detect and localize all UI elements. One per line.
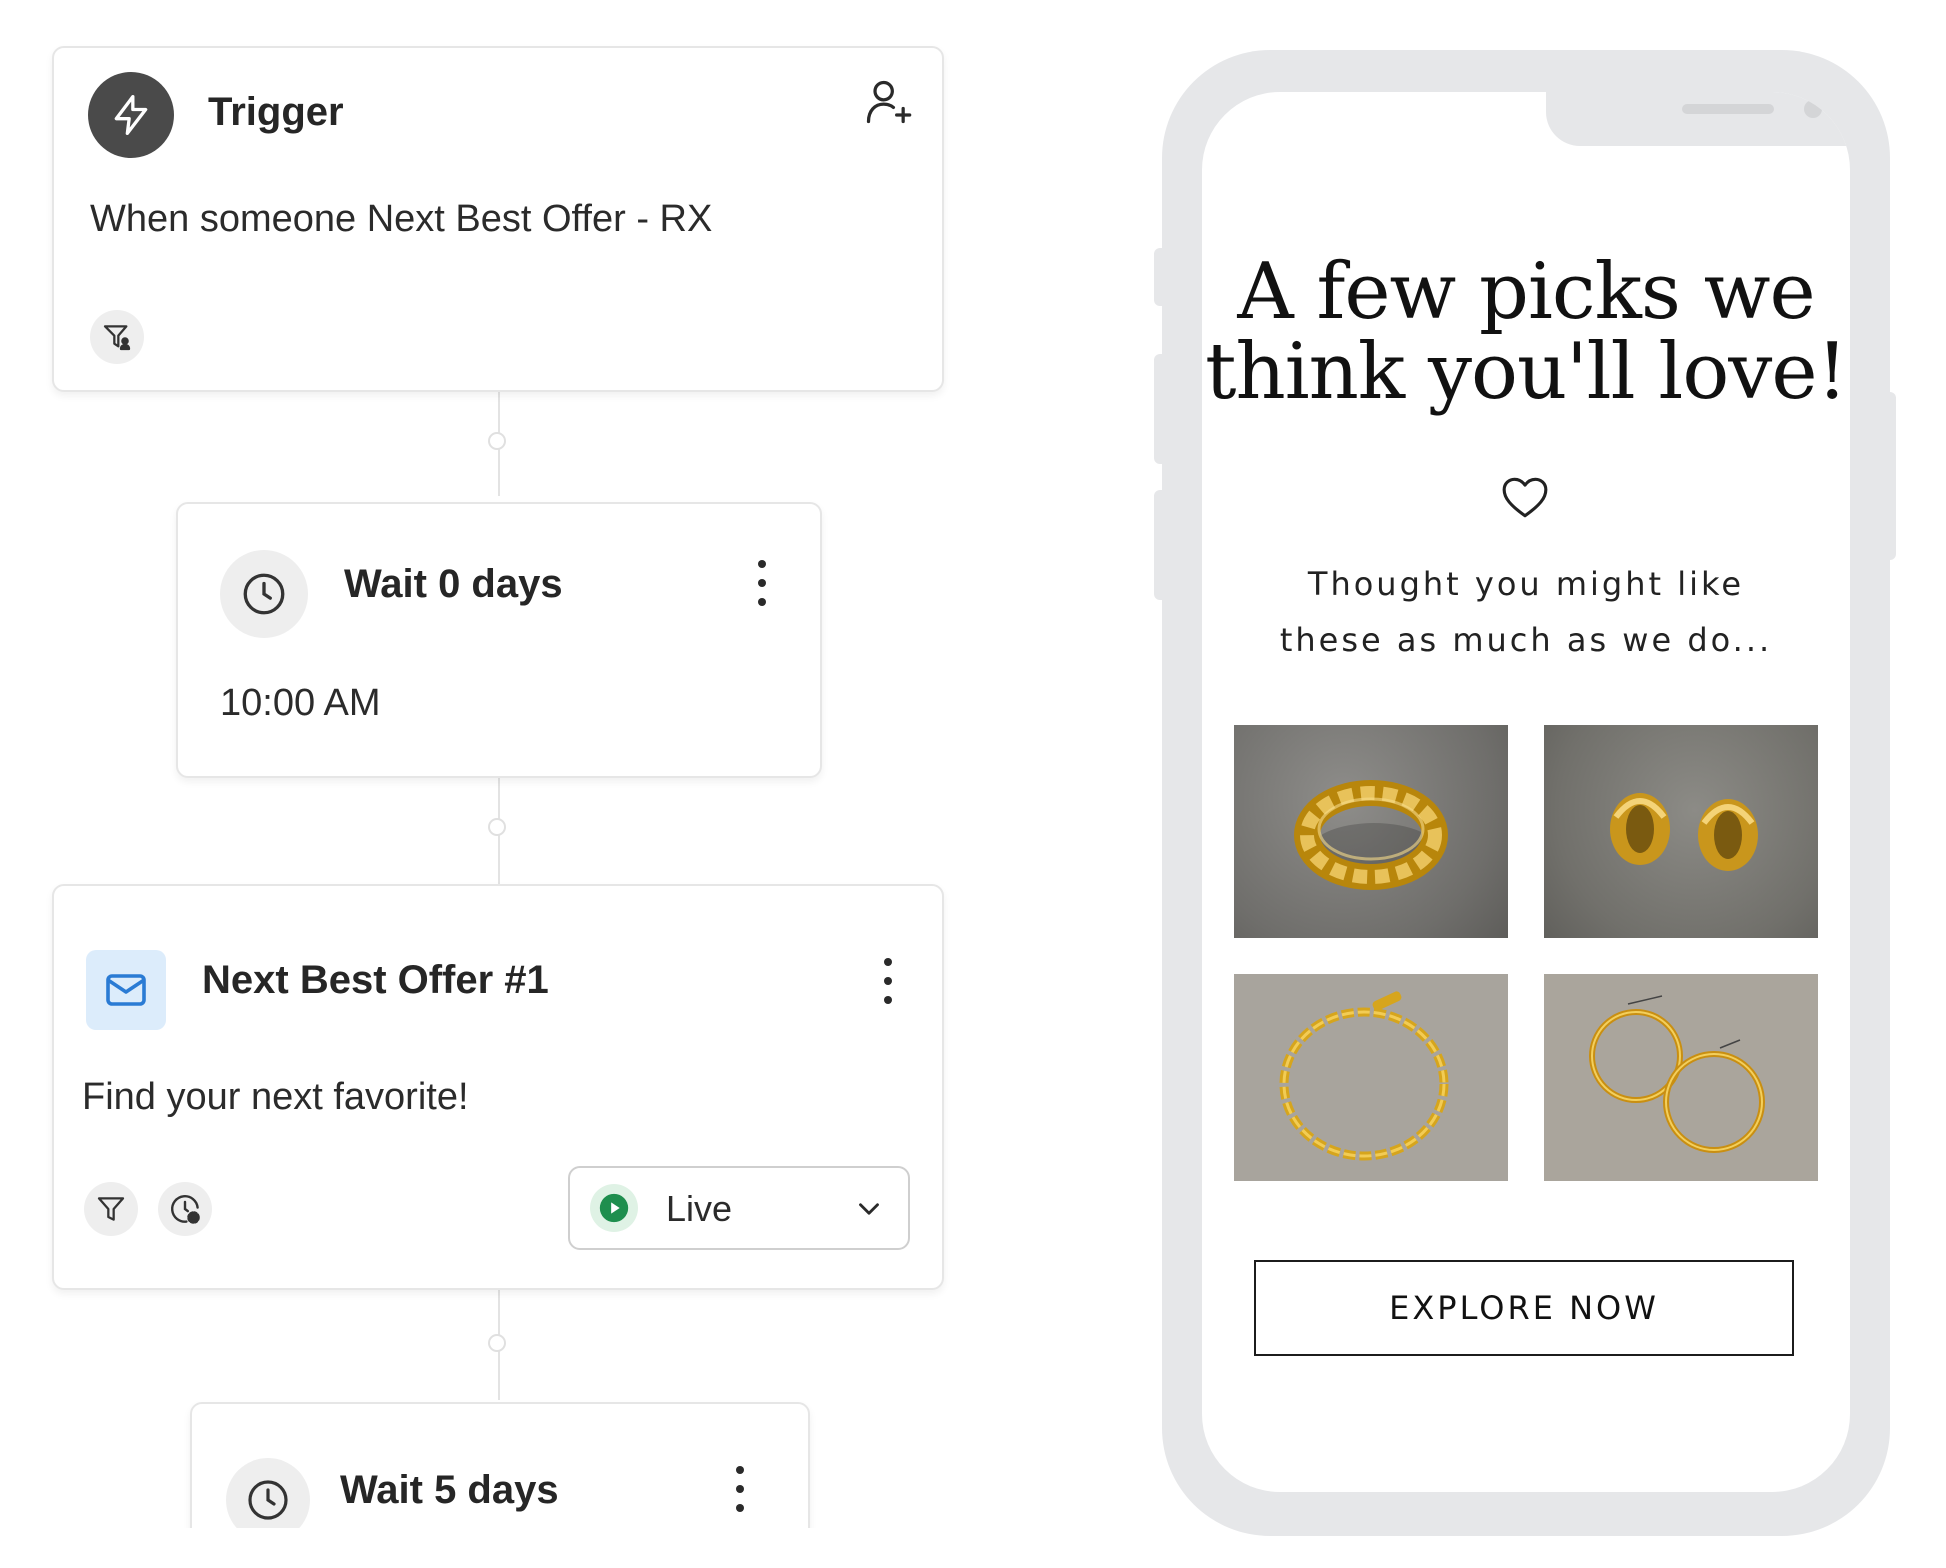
wait-step-title: Wait 0 days (344, 562, 563, 606)
email-step-card[interactable]: Next Best Offer #1 Find your next favori… (52, 884, 944, 1290)
email-preview-screen: A few picks we think you'll love! Though… (1202, 92, 1850, 1492)
connector-node (488, 432, 506, 450)
explore-now-button[interactable]: EXPLORE NOW (1254, 1260, 1794, 1356)
clock-icon (220, 550, 308, 638)
email-step-title: Next Best Offer #1 (202, 958, 549, 1002)
heart-icon (1500, 474, 1550, 525)
status-label: Live (666, 1188, 733, 1229)
preview-headline-line1: A few picks we (1237, 247, 1815, 337)
connector-node (488, 1334, 506, 1352)
clock-settings-icon[interactable] (158, 1182, 212, 1236)
email-subject: Find your next favorite! (82, 1076, 469, 1118)
phone-speaker (1682, 104, 1774, 114)
phone-camera (1804, 100, 1822, 118)
trigger-description: When someone Next Best Offer - RX (90, 198, 713, 240)
preview-headline-line2: think you'll love! (1205, 327, 1848, 417)
envelope-icon (86, 950, 166, 1030)
product-image-chain-bracelet[interactable] (1234, 974, 1508, 1181)
preview-subtext-line2: these as much as we do... (1279, 621, 1773, 659)
filter-icon[interactable] (84, 1182, 138, 1236)
preview-subtext-line1: Thought you might like (1307, 565, 1745, 603)
wait-step-card-clip: Wait 5 days (180, 1398, 820, 1528)
more-vertical-icon[interactable] (876, 958, 900, 1008)
play-icon (590, 1184, 638, 1232)
wait-step-card[interactable]: Wait 0 days 10:00 AM (176, 502, 822, 778)
wait-step-title: Wait 5 days (340, 1468, 559, 1512)
more-vertical-icon[interactable] (750, 560, 774, 610)
product-image-ring[interactable] (1234, 725, 1508, 938)
status-dropdown[interactable]: Live (568, 1166, 910, 1250)
phone-notch (1546, 92, 1850, 146)
filter-person-icon[interactable] (90, 310, 144, 364)
connector-node (488, 818, 506, 836)
clock-icon (226, 1458, 310, 1528)
more-vertical-icon[interactable] (728, 1466, 752, 1516)
product-image-huggie-earrings[interactable] (1544, 725, 1818, 938)
product-image-hoop-earrings[interactable] (1544, 974, 1818, 1181)
wait-step-card[interactable]: Wait 5 days (190, 1402, 810, 1528)
wait-step-time: 10:00 AM (220, 682, 381, 724)
lightning-bolt-icon (88, 72, 174, 158)
trigger-card[interactable]: Trigger When someone Next Best Offer - R… (52, 46, 944, 392)
chevron-down-icon (852, 1192, 886, 1231)
trigger-title: Trigger (208, 90, 344, 134)
add-user-icon[interactable] (862, 76, 914, 128)
